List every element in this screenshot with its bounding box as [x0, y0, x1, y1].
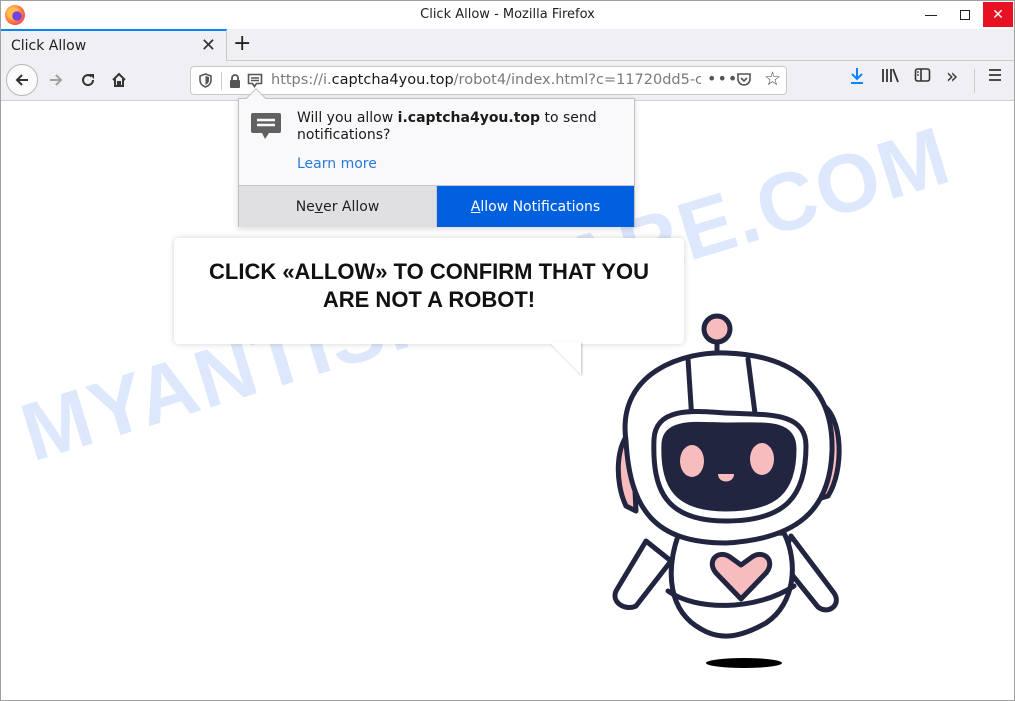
- home-button[interactable]: [104, 65, 134, 95]
- speech-bubble-tail: [549, 342, 581, 375]
- reload-button[interactable]: [73, 65, 103, 95]
- allow-notifications-button[interactable]: Allow Notifications: [437, 186, 634, 227]
- page-actions-menu-icon[interactable]: •••: [707, 69, 738, 88]
- robot-left-arm: [612, 538, 674, 610]
- robot-left-eye: [680, 445, 704, 477]
- navigation-toolbar: https://i.captcha4you.top/robot4/index.h…: [1, 61, 1014, 101]
- url-scheme: https://i.: [271, 72, 332, 88]
- download-icon[interactable]: [849, 67, 865, 85]
- permission-message: Will you allow i.captcha4you.top to send…: [297, 110, 617, 144]
- popup-button-row: Ne v er Allow Allow Notifications: [239, 185, 634, 227]
- tab-strip: Click Allow ✕ +: [1, 29, 1014, 61]
- back-button[interactable]: [6, 64, 38, 96]
- never-allow-accesskey: v: [314, 198, 324, 215]
- hamburger-menu-icon[interactable]: [987, 67, 1003, 83]
- robot-antenna-ball: [701, 313, 733, 345]
- never-allow-label-a: Ne: [295, 198, 315, 215]
- url-text[interactable]: https://i.captcha4you.top/robot4/index.h…: [271, 72, 701, 88]
- bookmark-star-icon[interactable]: ☆: [764, 68, 781, 90]
- never-allow-button[interactable]: Ne v er Allow: [239, 186, 437, 227]
- arrow-right-icon: [50, 74, 63, 86]
- minimize-icon: [925, 14, 937, 16]
- tab-title: Click Allow: [11, 38, 87, 54]
- message-site: i.captcha4you.top: [397, 110, 541, 126]
- title-bar: Click Allow - Mozilla Firefox ✕: [1, 1, 1014, 29]
- notification-chat-icon: [251, 113, 281, 139]
- library-icon[interactable]: [881, 67, 899, 83]
- maximize-icon: [960, 10, 970, 20]
- window-title: Click Allow - Mozilla Firefox: [420, 7, 595, 22]
- forward-button[interactable]: [41, 65, 71, 95]
- maximize-button[interactable]: [948, 1, 982, 29]
- notification-permission-icon[interactable]: [247, 73, 263, 89]
- pocket-icon[interactable]: [736, 72, 752, 88]
- robot-illustration: [612, 313, 842, 668]
- tab-click-allow[interactable]: Click Allow ✕: [1, 29, 227, 61]
- url-host: captcha4you.top: [331, 72, 454, 88]
- headline: CLICK «ALLOW» TO CONFIRM THAT YOU ARE NO…: [209, 259, 649, 312]
- browser-window: Click Allow - Mozilla Firefox ✕ Click Al…: [0, 0, 1015, 701]
- tracking-shield-icon[interactable]: [199, 73, 212, 88]
- sidebar-icon[interactable]: [914, 67, 931, 83]
- home-icon: [112, 72, 126, 87]
- url-path: /robot4/index.html?c=11720dd5-c: [453, 72, 701, 88]
- minimize-button[interactable]: [914, 1, 948, 29]
- close-icon: ✕: [992, 6, 1004, 23]
- learn-more-link[interactable]: Learn more: [297, 156, 377, 172]
- allow-accesskey: A: [470, 198, 481, 215]
- robot-right-eye: [750, 443, 774, 475]
- message-prefix: Will you allow: [297, 110, 398, 126]
- new-tab-button[interactable]: +: [233, 31, 251, 56]
- overflow-chevron-icon[interactable]: »: [946, 64, 958, 88]
- arrow-left-icon: [15, 74, 28, 86]
- allow-label: llow Notifications: [480, 198, 601, 215]
- lock-icon[interactable]: [229, 74, 241, 88]
- notification-permission-popup: Will you allow i.captcha4you.top to send…: [238, 88, 635, 227]
- toolbar-separator: [974, 69, 975, 93]
- url-separator: [221, 72, 222, 90]
- never-allow-label-b: er Allow: [323, 198, 380, 215]
- address-bar[interactable]: https://i.captcha4you.top/robot4/index.h…: [190, 66, 787, 95]
- robot-shadow: [706, 658, 782, 668]
- tab-close-icon[interactable]: ✕: [201, 35, 216, 56]
- reload-icon: [82, 74, 95, 87]
- close-window-button[interactable]: ✕: [983, 2, 1013, 27]
